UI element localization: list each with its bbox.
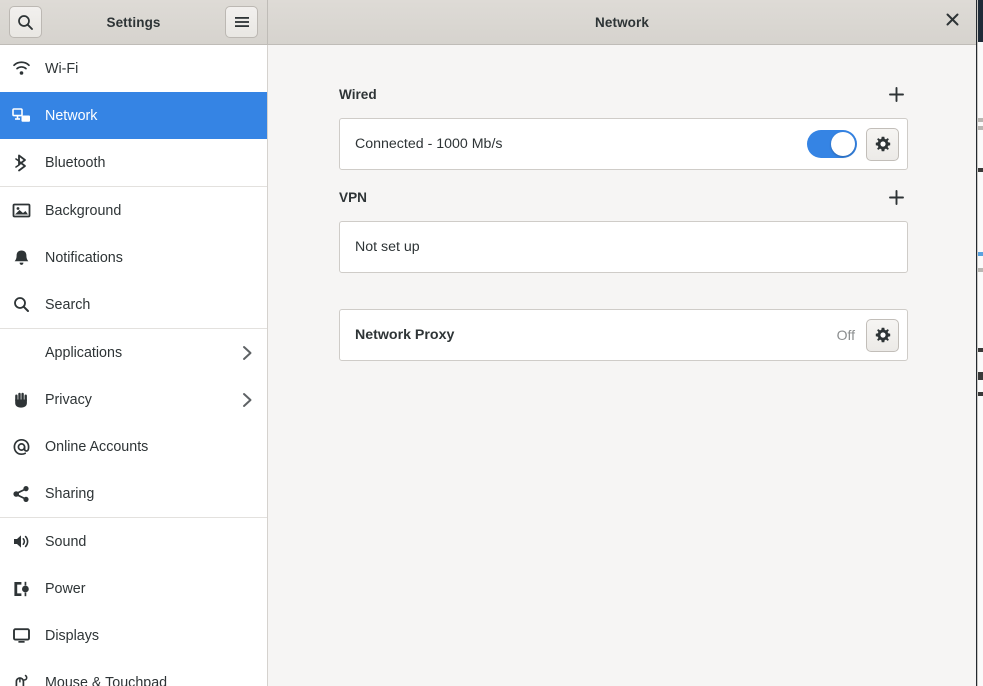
close-icon	[946, 13, 959, 31]
wifi-icon	[12, 58, 38, 80]
wired-card: Connected - 1000 Mb/s	[339, 118, 908, 170]
monitor-icon	[12, 625, 38, 647]
settings-window: Settings Network Wi-Fi Network Bluetooth…	[0, 0, 977, 686]
settings-sidebar[interactable]: Wi-Fi Network Bluetooth Background Notif…	[0, 45, 268, 686]
chevron-right-icon	[242, 392, 253, 408]
main-menu-button[interactable]	[225, 6, 258, 38]
search-button[interactable]	[9, 6, 42, 38]
sidebar-item-bluetooth[interactable]: Bluetooth	[0, 139, 267, 186]
network-proxy-row[interactable]: Network Proxy Off	[340, 310, 907, 360]
page-title: Network	[595, 14, 649, 30]
wired-section-title: Wired	[339, 86, 377, 102]
sidebar-item-label: Displays	[45, 627, 100, 644]
power-plug-icon	[12, 578, 38, 600]
chevron-right-icon	[242, 345, 253, 361]
background-window-content-fleck	[978, 168, 983, 172]
sidebar-item-displays[interactable]: Displays	[0, 612, 267, 659]
sidebar-item-label: Background	[45, 202, 122, 219]
sidebar-item-label: Applications	[45, 344, 123, 361]
bell-icon	[12, 247, 38, 269]
background-window-content-fleck	[978, 126, 983, 130]
headerbar-content-section: Network	[268, 0, 976, 44]
vpn-section: VPN Not set up	[339, 184, 908, 273]
background-window-content-fleck	[978, 268, 983, 272]
toggle-knob	[831, 132, 855, 156]
wired-connection-toggle[interactable]	[807, 130, 857, 158]
window-headerbar: Settings Network	[0, 0, 976, 45]
sidebar-item-network[interactable]: Network	[0, 92, 267, 139]
vpn-section-title: VPN	[339, 189, 367, 205]
sidebar-item-applications[interactable]: Applications	[0, 329, 267, 376]
no-icon-placeholder	[12, 342, 38, 364]
network-wired-icon	[12, 105, 38, 127]
background-window-content-fleck	[978, 392, 983, 396]
wired-settings-button[interactable]	[866, 127, 899, 161]
background-window-content-fleck	[978, 372, 983, 380]
sidebar-item-power[interactable]: Power	[0, 565, 267, 612]
sidebar-item-label: Bluetooth	[45, 154, 106, 171]
window-close-button[interactable]	[938, 8, 966, 36]
background-window-content-fleck	[978, 118, 983, 122]
add-wired-connection-button[interactable]	[884, 82, 908, 106]
wired-section: Wired Connected - 1000 Mb/s	[339, 81, 908, 170]
sidebar-title: Settings	[106, 14, 161, 30]
vpn-section-header: VPN	[339, 184, 908, 210]
sidebar-item-label: Sound	[45, 533, 87, 550]
at-sign-icon	[12, 436, 38, 458]
background-window-sliver[interactable]	[977, 0, 983, 686]
wired-connection-label: Connected - 1000 Mb/s	[355, 136, 503, 152]
sidebar-item-label: Notifications	[45, 249, 123, 266]
plus-icon	[888, 86, 904, 102]
sidebar-item-label: Online Accounts	[45, 438, 149, 455]
network-proxy-status: Off	[836, 327, 855, 343]
search-icon	[17, 14, 34, 31]
sidebar-item-label: Power	[45, 580, 86, 597]
network-proxy-label: Network Proxy	[355, 327, 455, 343]
background-window-content-fleck	[978, 348, 983, 352]
hand-icon	[12, 389, 38, 411]
wired-connection-row[interactable]: Connected - 1000 Mb/s	[340, 119, 907, 169]
sidebar-item-online-accounts[interactable]: Online Accounts	[0, 423, 267, 470]
sidebar-item-sharing[interactable]: Sharing	[0, 470, 267, 517]
wired-section-header: Wired	[339, 81, 908, 107]
sidebar-item-privacy[interactable]: Privacy	[0, 376, 267, 423]
gear-icon	[875, 136, 890, 152]
vpn-status-label: Not set up	[355, 239, 420, 255]
share-icon	[12, 483, 38, 505]
network-proxy-settings-button[interactable]	[866, 318, 899, 352]
network-proxy-card: Network Proxy Off	[339, 309, 908, 361]
vpn-card: Not set up	[339, 221, 908, 273]
sidebar-item-label: Search	[45, 296, 91, 313]
bluetooth-icon	[12, 152, 38, 174]
add-vpn-button[interactable]	[884, 185, 908, 209]
sidebar-item-label: Network	[45, 107, 98, 124]
sidebar-item-label: Sharing	[45, 485, 95, 502]
sidebar-item-background[interactable]: Background	[0, 187, 267, 234]
sidebar-item-search[interactable]: Search	[0, 281, 267, 328]
vpn-status-row[interactable]: Not set up	[340, 222, 907, 272]
mouse-icon	[12, 672, 38, 686]
background-window-content-fleck	[978, 252, 983, 256]
search-icon	[12, 294, 38, 316]
hamburger-menu-icon	[234, 15, 250, 29]
plus-icon	[888, 189, 904, 205]
sidebar-item-label: Privacy	[45, 391, 92, 408]
speaker-icon	[12, 531, 38, 553]
sidebar-item-wi-fi[interactable]: Wi-Fi	[0, 45, 267, 92]
image-icon	[12, 200, 38, 222]
background-window-header	[978, 0, 983, 42]
sidebar-item-label: Mouse & Touchpad	[45, 674, 168, 686]
desktop-background: Settings Network Wi-Fi Network Bluetooth…	[0, 0, 983, 686]
sidebar-item-mouse-and-touchpad[interactable]: Mouse & Touchpad	[0, 659, 267, 686]
headerbar-sidebar-section: Settings	[0, 0, 268, 44]
sidebar-item-label: Wi-Fi	[45, 60, 79, 77]
sidebar-item-sound[interactable]: Sound	[0, 518, 267, 565]
gear-icon	[875, 327, 890, 343]
network-settings-panel: Wired Connected - 1000 Mb/s VPN Not set …	[268, 45, 976, 686]
sidebar-item-notifications[interactable]: Notifications	[0, 234, 267, 281]
